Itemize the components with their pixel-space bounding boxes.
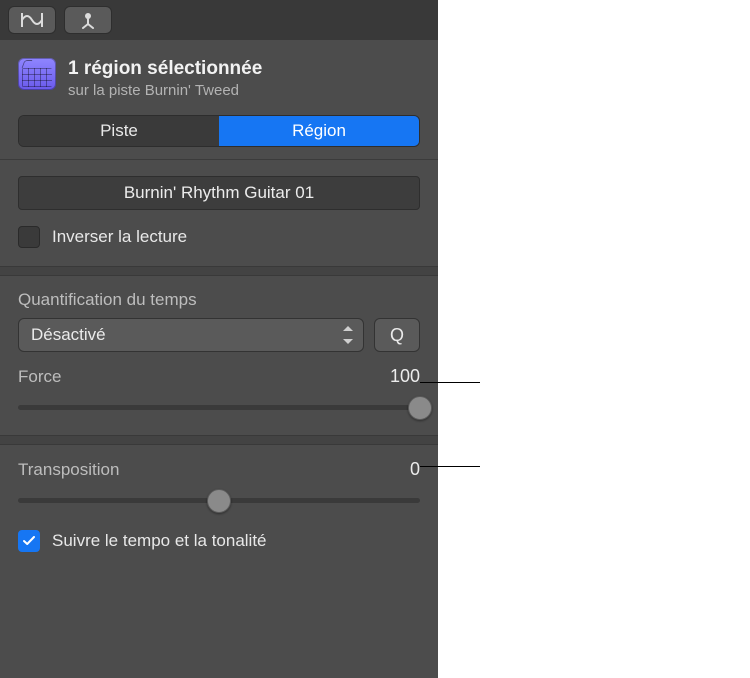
callout-line — [420, 382, 480, 383]
flex-mode-button[interactable] — [8, 6, 56, 34]
catch-icon — [77, 11, 99, 29]
inspector-mode-segmented: Piste Région — [18, 115, 420, 147]
inspector-toolbar — [0, 0, 438, 40]
slider-thumb[interactable] — [408, 396, 432, 420]
selection-subtitle: sur la piste Burnin' Tweed — [68, 82, 262, 99]
transpose-slider[interactable] — [18, 488, 420, 512]
strength-label: Force — [18, 367, 61, 387]
reverse-playback-checkbox[interactable] — [18, 226, 40, 248]
time-quantize-section: Quantification du temps Désactivé Q Forc… — [0, 276, 438, 435]
strength-value: 100 — [390, 366, 420, 387]
time-quantize-label: Quantification du temps — [18, 290, 420, 310]
callout-line — [420, 466, 480, 467]
slider-track — [18, 405, 420, 410]
flex-icon — [19, 11, 45, 29]
time-quantize-select[interactable]: Désactivé — [18, 318, 364, 352]
follow-tempo-key-checkbox[interactable] — [18, 530, 40, 552]
strength-slider[interactable] — [18, 395, 420, 419]
tab-track[interactable]: Piste — [19, 116, 219, 146]
checkmark-icon — [23, 536, 35, 546]
slider-thumb[interactable] — [207, 489, 231, 513]
reverse-playback-row: Inverser la lecture — [0, 222, 438, 266]
follow-tempo-key-label: Suivre le tempo et la tonalité — [52, 531, 267, 551]
region-name-field[interactable]: Burnin' Rhythm Guitar 01 — [18, 176, 420, 210]
region-type-icon — [18, 58, 56, 90]
transpose-value: 0 — [410, 459, 420, 480]
transpose-section: Transposition 0 Suivre le tempo et la to… — [0, 445, 438, 568]
transpose-label: Transposition — [18, 460, 119, 480]
time-quantize-value: Désactivé — [31, 325, 106, 345]
tab-region[interactable]: Région — [219, 116, 419, 146]
selection-title: 1 région sélectionnée — [68, 58, 262, 80]
selection-header: 1 région sélectionnée sur la piste Burni… — [0, 40, 438, 109]
catch-button[interactable] — [64, 6, 112, 34]
quantize-button[interactable]: Q — [374, 318, 420, 352]
reverse-playback-label: Inverser la lecture — [52, 227, 187, 247]
stepper-arrows-icon — [341, 326, 355, 344]
title-block: 1 région sélectionnée sur la piste Burni… — [68, 58, 262, 99]
inspector-panel: 1 région sélectionnée sur la piste Burni… — [0, 0, 438, 678]
